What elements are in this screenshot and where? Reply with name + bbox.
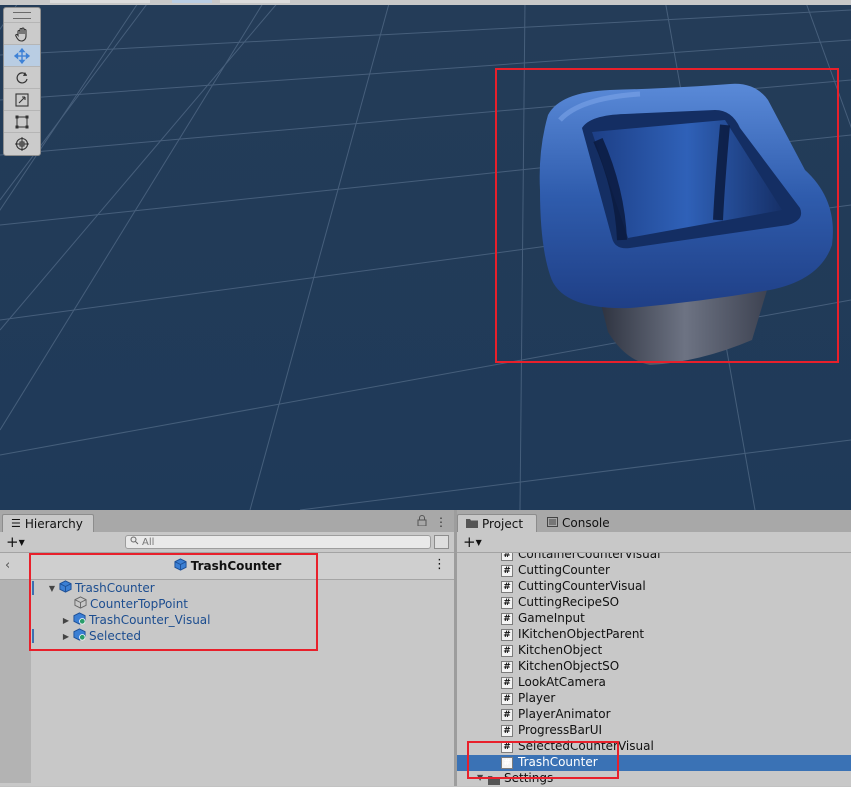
script-icon: # [501, 597, 513, 609]
list-icon: ☰ [11, 517, 21, 530]
search-options-button[interactable] [434, 535, 449, 549]
script-icon: # [501, 553, 513, 561]
list-item-script[interactable]: # KitchenObject [457, 643, 851, 659]
hierarchy-search-input[interactable]: All [125, 535, 431, 549]
list-item-script[interactable]: # IKitchenObjectParent [457, 627, 851, 643]
create-asset-button[interactable]: +▼ [463, 533, 482, 551]
script-icon: # [501, 677, 513, 689]
annotation-box-hierarchy [29, 553, 318, 651]
hand-tool-icon[interactable] [4, 22, 40, 44]
script-icon: # [501, 709, 513, 721]
list-item-script[interactable]: # LookAtCamera [457, 675, 851, 691]
tab-console[interactable]: Console [539, 514, 619, 532]
list-item-script[interactable]: # ProgressBarUI [457, 723, 851, 739]
more-options-icon[interactable]: ⋮ [435, 515, 447, 529]
lock-icon[interactable] [417, 515, 427, 529]
script-icon: # [501, 629, 513, 641]
more-options-icon[interactable]: ⋮ [433, 557, 446, 572]
console-icon [547, 516, 558, 530]
project-toolbar: +▼ [457, 532, 851, 553]
rotate-tool-icon[interactable] [4, 66, 40, 88]
annotation-box-scene [495, 68, 839, 363]
script-icon: # [501, 725, 513, 737]
script-icon: # [501, 581, 513, 593]
list-item-script[interactable]: # CuttingRecipeSO [457, 595, 851, 611]
create-button[interactable]: +▼ [6, 533, 25, 551]
scene-top-strip [0, 0, 851, 5]
scene-view[interactable] [0, 0, 851, 510]
back-arrow-icon[interactable]: ‹ [5, 558, 10, 573]
folder-icon [466, 517, 478, 531]
script-icon: # [501, 565, 513, 577]
search-icon [130, 536, 139, 548]
list-item-script[interactable]: # PlayerAnimator [457, 707, 851, 723]
move-tool-icon[interactable] [4, 44, 40, 66]
hierarchy-toolbar: +▼ All [0, 532, 455, 553]
project-tabbar: Project Console [457, 510, 851, 532]
list-item-script[interactable]: # CuttingCounterVisual [457, 579, 851, 595]
search-placeholder: All [142, 536, 155, 548]
script-icon: # [501, 661, 513, 673]
script-icon: # [501, 613, 513, 625]
script-icon: # [501, 645, 513, 657]
toolbar-grip-icon[interactable] [4, 8, 40, 22]
list-item-script[interactable]: # Player [457, 691, 851, 707]
list-item-script[interactable]: # CuttingCounter [457, 563, 851, 579]
tab-project[interactable]: Project [457, 514, 537, 532]
scale-tool-icon[interactable] [4, 88, 40, 110]
list-item-script[interactable]: # KitchenObjectSO [457, 659, 851, 675]
annotation-box-project [467, 741, 619, 779]
list-item-script[interactable]: # ContainerCounterVisual [457, 553, 851, 563]
rect-tool-icon[interactable] [4, 110, 40, 132]
transform-tool-icon[interactable] [4, 132, 40, 154]
hierarchy-tabbar: ☰ Hierarchy ⋮ [0, 510, 455, 532]
scene-tools-overlay [3, 7, 41, 156]
list-item-script[interactable]: # GameInput [457, 611, 851, 627]
tab-hierarchy[interactable]: ☰ Hierarchy [2, 514, 94, 532]
script-icon: # [501, 693, 513, 705]
